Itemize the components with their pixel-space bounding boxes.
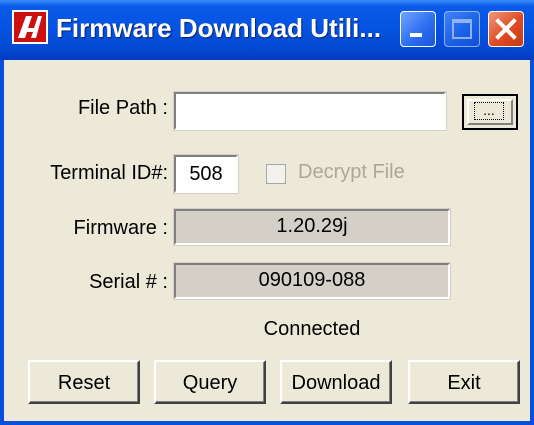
close-button[interactable]: [488, 11, 524, 47]
firmware-download-window: Firmware Download Utili... File Path : .…: [0, 0, 534, 425]
decrypt-file-label: Decrypt File: [298, 161, 405, 183]
connection-status: Connected: [263, 318, 361, 340]
close-icon: [495, 18, 517, 40]
serial-value: 090109-088: [173, 262, 451, 300]
reset-button[interactable]: Reset: [28, 360, 140, 404]
browse-button[interactable]: ...: [462, 94, 518, 130]
app-logo-icon: [12, 10, 48, 44]
minimize-button[interactable]: [400, 11, 436, 47]
maximize-button[interactable]: [444, 11, 480, 47]
window-title: Firmware Download Utili...: [56, 13, 382, 43]
terminal-id-label: Terminal ID#:: [50, 162, 168, 184]
title-bar[interactable]: Firmware Download Utili...: [0, 0, 534, 60]
file-path-input[interactable]: [173, 91, 447, 131]
minimize-icon: [410, 33, 422, 37]
file-path-label: File Path :: [77, 97, 168, 119]
ellipsis-icon: ...: [474, 102, 504, 120]
query-button[interactable]: Query: [154, 360, 266, 404]
firmware-label: Firmware :: [73, 217, 168, 239]
download-button[interactable]: Download: [280, 360, 392, 404]
firmware-value: 1.20.29j: [173, 208, 451, 246]
maximize-icon: [452, 19, 472, 39]
terminal-id-input[interactable]: [173, 154, 239, 194]
exit-button[interactable]: Exit: [408, 360, 520, 404]
serial-label: Serial # :: [89, 271, 168, 293]
decrypt-file-checkbox[interactable]: [266, 164, 286, 184]
